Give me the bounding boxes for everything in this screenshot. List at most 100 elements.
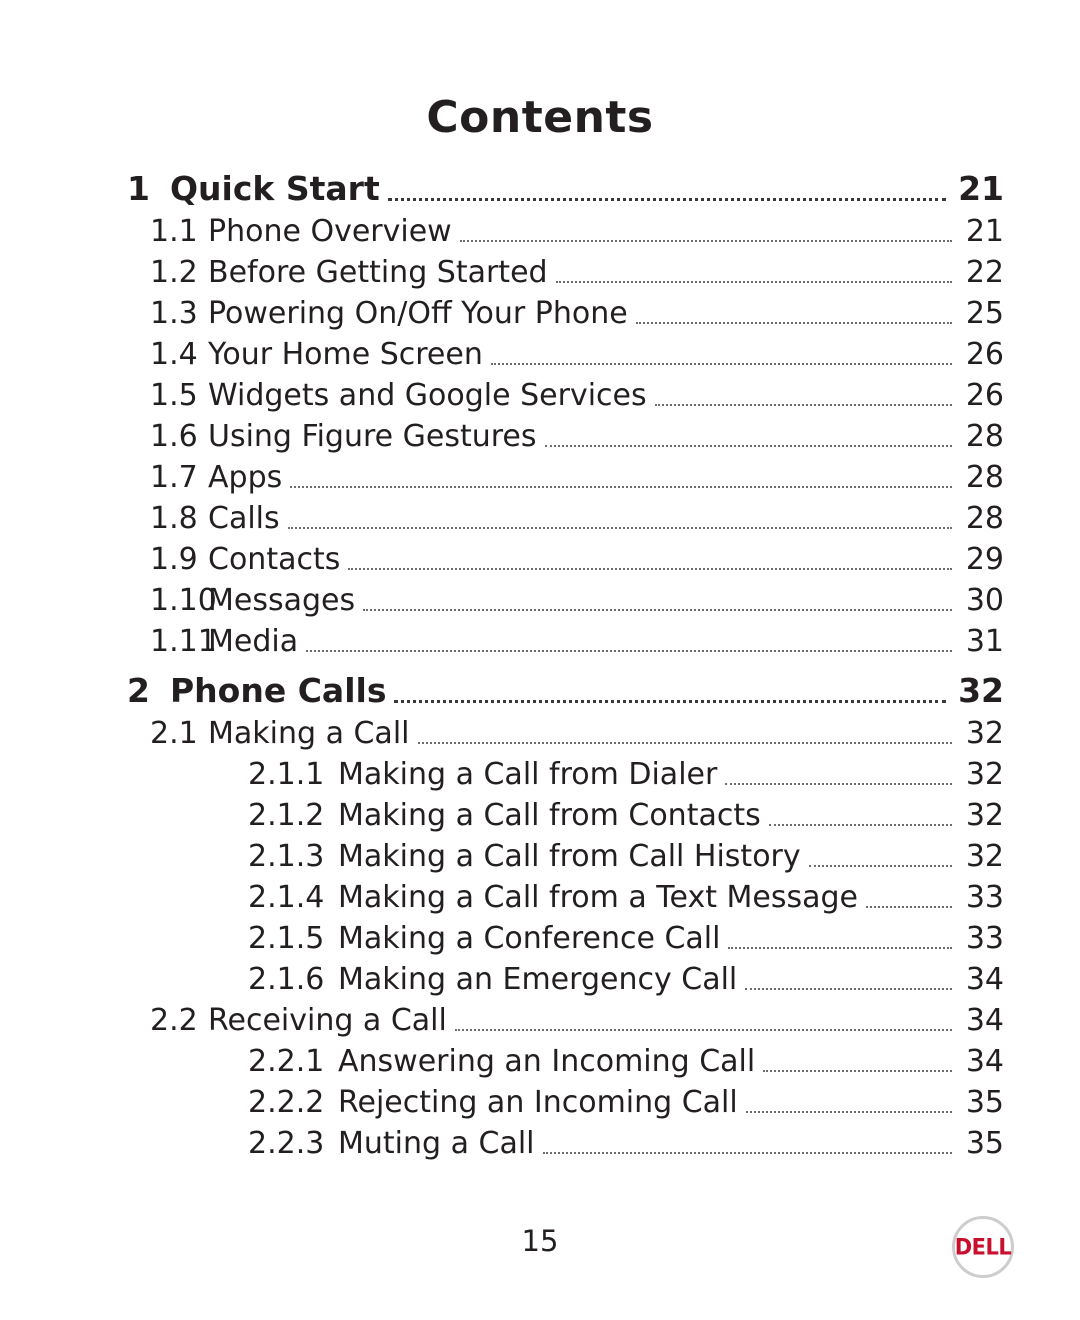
toc-entry-label: Quick Start (170, 169, 380, 208)
toc-entry[interactable]: 2.2 Receiving a Call 34 (88, 1003, 1004, 1038)
toc-entry-number: 2.1.5 (248, 921, 325, 956)
toc-entry-page: 34 (965, 1044, 1004, 1079)
toc-entry-number: 1.2 (150, 255, 198, 290)
toc-leader-dots (387, 175, 946, 208)
toc-entry-number: 2.2.2 (248, 1085, 325, 1120)
toc-entry[interactable]: 2.2.1 Answering an Incoming Call 34 (88, 1044, 1004, 1079)
toc-entry[interactable]: 1.7 Apps 28 (88, 460, 1004, 495)
toc-entry-label: Using Figure Gestures (208, 419, 537, 454)
toc-entry-label: Answering an Incoming Call (338, 1044, 756, 1079)
toc-entry[interactable]: 2.1.2 Making a Call from Contacts 32 (88, 798, 1004, 833)
toc-entry-page: 21 (958, 169, 1004, 208)
toc-leader-dots (544, 424, 952, 454)
toc-entry-number: 2 (127, 671, 150, 710)
toc-leader-dots (725, 762, 952, 792)
toc-entry-page: 32 (965, 716, 1004, 751)
toc-entry-page: 26 (965, 378, 1004, 413)
toc-leader-dots (363, 588, 952, 618)
toc-entry-number: 2.1 (150, 716, 198, 751)
toc-entry[interactable]: 1.6 Using Figure Gestures 28 (88, 419, 1004, 454)
toc-leader-dots (542, 1131, 952, 1161)
toc-entry[interactable]: 1.2 Before Getting Started 22 (88, 255, 1004, 290)
toc-entry[interactable]: 2.2.3 Muting a Call 35 (88, 1126, 1004, 1161)
toc-entry[interactable]: 1.1 Phone Overview 21 (88, 214, 1004, 249)
toc-entry-page: 33 (965, 921, 1004, 956)
toc-entry-number: 2.1.6 (248, 962, 325, 997)
toc-entry[interactable]: 2.1.1 Making a Call from Dialer 32 (88, 757, 1004, 792)
toc-entry-number: 1.9 (150, 542, 198, 577)
toc-entry-number: 2.1.4 (248, 880, 325, 915)
toc-entry-number: 1.3 (150, 296, 198, 331)
toc-entry[interactable]: 1.5 Widgets and Google Services 26 (88, 378, 1004, 413)
toc-entry-label: Before Getting Started (208, 255, 548, 290)
toc-leader-dots (635, 301, 952, 331)
toc-entry-label: Muting a Call (338, 1126, 535, 1161)
toc-entry[interactable]: 1.8 Calls 28 (88, 501, 1004, 536)
toc-entry-label: Powering On/Off Your Phone (208, 296, 628, 331)
toc-entry[interactable]: 2.1.5 Making a Conference Call 33 (88, 921, 1004, 956)
toc-entry-number: 1.8 (150, 501, 198, 536)
toc-entry-page: 32 (958, 671, 1004, 710)
toc-leader-dots (306, 629, 952, 659)
toc-entry[interactable]: 1.4 Your Home Screen 26 (88, 337, 1004, 372)
dell-logo-wordmark: DELL (954, 1234, 1012, 1260)
table-of-contents: 1 Quick Start 21 1.1 Phone Overview 21 1.2 Befo… (0, 169, 1080, 1161)
toc-entry-number: 2.2.1 (248, 1044, 325, 1079)
toc-leader-dots (394, 677, 946, 710)
toc-entry-number: 2.1.2 (248, 798, 325, 833)
toc-entry-page: 32 (965, 757, 1004, 792)
document-page: Contents 1 Quick Start 21 1.1 Phone Overview… (0, 0, 1080, 1320)
toc-entry[interactable]: 2.1.4 Making a Call from a Text Message 33 (88, 880, 1004, 915)
toc-entry-page: 26 (965, 337, 1004, 372)
toc-entry-number: 1 (127, 169, 150, 208)
toc-entry-label: Phone Calls (170, 671, 387, 710)
toc-entry-page: 29 (965, 542, 1004, 577)
toc-entry-page: 35 (965, 1126, 1004, 1161)
toc-entry-page: 32 (965, 839, 1004, 874)
toc-entry[interactable]: 1.9 Contacts 29 (88, 542, 1004, 577)
toc-leader-dots (290, 465, 952, 495)
toc-entry-page: 21 (965, 214, 1004, 249)
toc-entry-page: 30 (965, 583, 1004, 618)
toc-entry[interactable]: 2.1 Making a Call 32 (88, 716, 1004, 751)
toc-entry-page: 31 (965, 624, 1004, 659)
toc-entry[interactable]: 1.11 Media 31 (88, 624, 1004, 659)
footer-page-number: 15 (521, 1224, 559, 1258)
toc-entry[interactable]: 2 Phone Calls 32 (88, 671, 1004, 710)
toc-entry-label: Your Home Screen (208, 337, 483, 372)
toc-leader-dots (490, 342, 952, 372)
toc-entry-label: Making a Call from Contacts (338, 798, 761, 833)
toc-entry[interactable]: 1.10 Messages 30 (88, 583, 1004, 618)
toc-leader-dots (417, 721, 953, 751)
toc-entry-label: Media (208, 624, 299, 659)
toc-leader-dots (654, 383, 952, 413)
toc-entry-label: Making a Conference Call (338, 921, 721, 956)
toc-entry-page: 33 (965, 880, 1004, 915)
toc-leader-dots (555, 260, 952, 290)
toc-leader-dots (745, 967, 952, 997)
toc-entry-label: Messages (208, 583, 356, 618)
toc-entry[interactable]: 2.1.6 Making an Emergency Call 34 (88, 962, 1004, 997)
toc-entry-page: 35 (965, 1085, 1004, 1120)
toc-leader-dots (728, 926, 952, 956)
page-title: Contents (426, 92, 654, 143)
toc-entry-label: Phone Overview (208, 214, 452, 249)
toc-leader-dots (763, 1049, 952, 1079)
toc-entry-page: 28 (965, 501, 1004, 536)
toc-entry-number: 1.10 (150, 583, 217, 618)
toc-entry-number: 1.11 (150, 624, 217, 659)
toc-entry-label: Apps (208, 460, 283, 495)
toc-entry[interactable]: 2.2.2 Rejecting an Incoming Call 35 (88, 1085, 1004, 1120)
toc-entry-page: 22 (965, 255, 1004, 290)
toc-entry-label: Making a Call from Dialer (338, 757, 718, 792)
toc-entry-page: 34 (965, 962, 1004, 997)
toc-entry-number: 1.1 (150, 214, 198, 249)
toc-entry-number: 1.5 (150, 378, 198, 413)
toc-entry-label: Rejecting an Incoming Call (338, 1085, 738, 1120)
toc-entry[interactable]: 2.1.3 Making a Call from Call History 32 (88, 839, 1004, 874)
toc-entry[interactable]: 1.3 Powering On/Off Your Phone 25 (88, 296, 1004, 331)
toc-entry[interactable]: 1 Quick Start 21 (88, 169, 1004, 208)
toc-entry-label: Making a Call (208, 716, 410, 751)
toc-leader-dots (454, 1008, 952, 1038)
toc-leader-dots (348, 547, 952, 577)
